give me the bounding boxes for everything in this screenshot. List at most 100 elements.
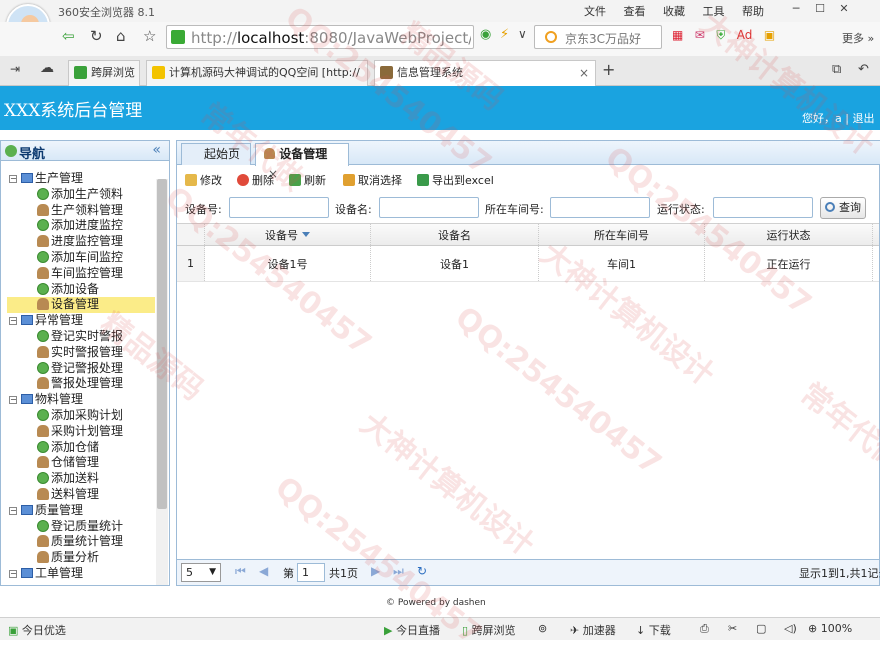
new-tab-icon[interactable]: + (602, 60, 615, 79)
status-accelerator[interactable]: ✈ 加速器 (570, 622, 616, 638)
tab-start-page[interactable]: 起始页 (181, 143, 251, 165)
compat-icon[interactable]: ◉ (480, 27, 491, 42)
device-name-input[interactable] (379, 197, 479, 218)
sidebar-item[interactable]: 设备管理 (7, 297, 155, 314)
fullscreen-icon[interactable]: ▢ (756, 622, 766, 635)
reload-page-icon[interactable]: ↻ (417, 564, 427, 578)
ie-icon[interactable]: ⊚ (538, 622, 547, 635)
sidebar-item[interactable]: 添加设备 (7, 282, 155, 298)
status-cross[interactable]: ▯ 跨屏浏览 (462, 622, 516, 638)
sidebar-item[interactable]: 登记警报处理 (7, 361, 155, 377)
status-download[interactable]: ↓ 下载 (636, 622, 671, 638)
maximize-icon[interactable]: ☐ (808, 0, 832, 18)
prev-page-icon[interactable]: ◀ (259, 564, 268, 578)
sidebar-item[interactable]: 送料管理 (7, 487, 155, 503)
collapse-toggle-icon[interactable]: − (9, 317, 17, 326)
menu-favorites[interactable]: 收藏 (663, 5, 685, 18)
sidebar-scrollbar[interactable] (156, 179, 168, 585)
pdf-icon[interactable]: Ad (737, 28, 753, 42)
sidebar-item[interactable]: 进度监控管理 (7, 234, 155, 250)
wallet-icon[interactable]: ▣ (764, 28, 775, 42)
status-input[interactable] (713, 197, 813, 218)
sidebar-item[interactable]: 添加车间监控 (7, 250, 155, 266)
delete-button[interactable]: 删除 (237, 172, 274, 188)
page-size-select[interactable]: 5 ▼ (181, 563, 221, 582)
menu-file[interactable]: 文件 (584, 5, 606, 18)
tab-device-management[interactable]: 设备管理× (255, 143, 349, 181)
cloud-icon[interactable]: ☁ (40, 60, 54, 76)
export-excel-button[interactable]: 导出到excel (417, 172, 494, 188)
sidebar-item[interactable]: 仓储管理 (7, 455, 155, 471)
status-daily-pick[interactable]: ▣ 今日优选 (8, 622, 66, 638)
sidebar-item[interactable]: 添加生产领料 (7, 187, 155, 203)
tab-close-icon[interactable]: × (579, 61, 589, 85)
collapse-toggle-icon[interactable]: − (9, 175, 17, 183)
sidebar-item[interactable]: 质量统计管理 (7, 534, 155, 550)
sidebar-group[interactable]: − 异常管理 (7, 313, 155, 329)
workshop-input[interactable] (550, 197, 650, 218)
status-live[interactable]: ▶ 今日直播 (384, 622, 440, 638)
sidebar-item[interactable]: 实时警报管理 (7, 345, 155, 361)
sidebar-group[interactable]: − 质量管理 (7, 503, 155, 519)
chevron-down-icon[interactable]: ∨ (518, 27, 527, 41)
back-icon[interactable]: ⇦ (62, 27, 75, 45)
undo-close-icon[interactable]: ↶ (858, 62, 869, 77)
menu-help[interactable]: 帮助 (742, 5, 764, 18)
sidebar-item[interactable]: 添加进度监控 (7, 218, 155, 234)
column-header-workshop[interactable]: 所在车间号 (539, 224, 705, 245)
mail-icon[interactable]: ✉ (695, 28, 705, 42)
column-header-status[interactable]: 运行状态 (705, 224, 873, 245)
first-page-icon[interactable]: ⏮ (235, 564, 246, 579)
speed-icon[interactable]: ⚡ (500, 27, 509, 42)
page-number-input[interactable]: 1 (297, 563, 325, 582)
menu-tools[interactable]: 工具 (703, 5, 725, 18)
user-greeting[interactable]: 您好，a | 退出 (802, 110, 874, 126)
sidebar-toggle-icon[interactable]: ⇥ (10, 62, 20, 76)
minimize-icon[interactable]: ─ (784, 0, 808, 18)
sidebar-item[interactable]: 添加采购计划 (7, 408, 155, 424)
close-icon[interactable]: ✕ (832, 0, 856, 18)
more-menu[interactable]: 更多 » (842, 30, 874, 46)
collapse-toggle-icon[interactable]: − (9, 396, 17, 405)
search-box[interactable]: 京东3C万品好 (534, 25, 662, 49)
volume-icon[interactable]: ◁) (784, 622, 797, 635)
sidebar-item[interactable]: 生产领料管理 (7, 203, 155, 219)
sidebar-item[interactable]: 警报处理管理 (7, 376, 155, 392)
status-zoom[interactable]: ⊕ 100% (808, 622, 852, 635)
edit-button[interactable]: 修改 (185, 172, 222, 188)
sidebar-group[interactable]: − 生产管理 (7, 171, 155, 187)
print-icon[interactable]: ⎙ (700, 622, 709, 636)
cancel-select-button[interactable]: 取消选择 (343, 172, 402, 188)
sidebar-item[interactable]: 添加送料 (7, 471, 155, 487)
collapse-icon[interactable]: « (152, 142, 161, 158)
restore-tabs-icon[interactable]: ⧉ (832, 62, 841, 77)
screenshot-icon[interactable]: ✂ (728, 622, 737, 635)
address-bar[interactable]: http://localhost:8080/JavaWebProject/mai… (166, 25, 474, 49)
collapse-toggle-icon[interactable]: − (9, 569, 17, 578)
table-row[interactable]: 1 设备1号 设备1 车间1 正在运行 (177, 246, 879, 282)
column-header-device-no[interactable]: 设备号 (205, 224, 371, 245)
sidebar-item[interactable]: 登记质量统计 (7, 519, 155, 535)
sidebar-group[interactable]: − 工单管理 (7, 566, 155, 582)
scrollbar-thumb[interactable] (157, 179, 167, 509)
sidebar-item[interactable]: 登记实时警报 (7, 329, 155, 345)
column-header-device-name[interactable]: 设备名 (371, 224, 539, 245)
home-icon[interactable]: ⌂ (116, 27, 126, 45)
reload-icon[interactable]: ↻ (90, 27, 103, 45)
query-button[interactable]: 查询 (820, 197, 866, 219)
menu-view[interactable]: 查看 (624, 5, 646, 18)
collapse-toggle-icon[interactable]: − (9, 506, 17, 515)
next-page-icon[interactable]: ▶ (371, 564, 380, 578)
apps-icon[interactable]: ▦ (672, 28, 683, 42)
browser-tab-cross[interactable]: 跨屏浏览 (68, 60, 140, 86)
sidebar-item[interactable]: 车间监控管理 (7, 266, 155, 282)
sidebar-group[interactable]: − 物料管理 (7, 392, 155, 408)
sidebar-item[interactable]: 质量分析 (7, 550, 155, 566)
shield-tool-icon[interactable]: ⛨ (716, 28, 725, 42)
last-page-icon[interactable]: ⏭ (393, 564, 404, 579)
sidebar-item[interactable]: 添加仓储 (7, 440, 155, 456)
browser-tab-qzone[interactable]: 计算机源码大神调试的QQ空间 [http:// (146, 60, 368, 86)
device-no-input[interactable] (229, 197, 329, 218)
sidebar-item[interactable]: 采购计划管理 (7, 424, 155, 440)
refresh-button[interactable]: 刷新 (289, 172, 326, 188)
